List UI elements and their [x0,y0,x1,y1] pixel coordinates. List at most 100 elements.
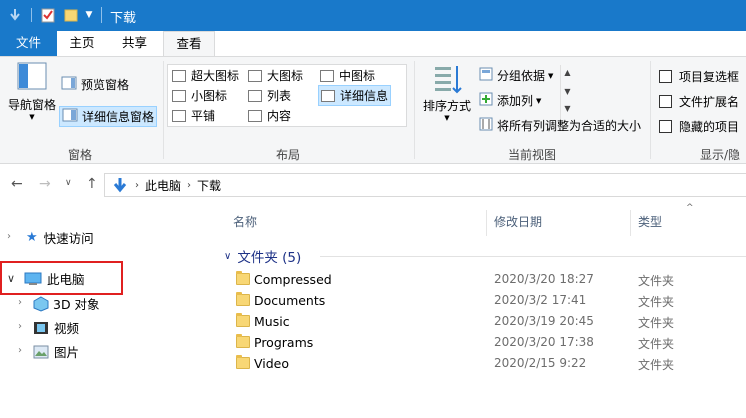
tree-item-label: 快速访问 [43,231,94,246]
recent-locations-icon[interactable]: ∨ [65,178,72,188]
file-type: 文件夹 [638,295,675,309]
ribbon-tabs: 文件 主页 共享 查看 [0,31,746,57]
column-header-name[interactable]: 名称 [233,213,257,230]
layout-list[interactable]: 列表 [248,87,291,104]
layout-tiles[interactable]: 平铺 [172,107,215,124]
tree-item-quick-access[interactable]: ★ 快速访问 [26,228,94,247]
breadcrumb-chevron-icon[interactable]: › [187,180,191,191]
qa-new-folder-icon[interactable] [63,6,79,24]
layout-details[interactable]: 详细信息 [318,85,392,106]
file-name: Music [254,314,290,329]
layout-label: 详细信息 [340,89,389,103]
sort-indicator-icon: ^ [686,203,694,213]
group-header-folders[interactable]: ∨ 文件夹 (5) [224,246,301,266]
ribbon: 导航窗格 ▼ 预览窗格 详细信息窗格 窗格 超大图标 大图标 中图标 小图标 列… [0,56,746,179]
layout-content[interactable]: 内容 [248,107,291,124]
expand-chevron-icon[interactable]: › [18,297,22,308]
file-row[interactable]: Compressed 2020/3/20 18:27 文件夹 [216,269,746,290]
layout-label: 列表 [267,89,292,103]
up-arrow-icon[interactable]: ↑ [86,176,98,192]
current-view-group-label: 当前视图 [508,148,557,162]
expand-chevron-icon[interactable]: › [7,231,11,242]
expand-chevron-icon[interactable]: › [18,321,22,332]
tree-item-3d-objects[interactable]: 3D 对象 [33,294,100,313]
content-icon [248,109,262,122]
file-date: 2020/3/20 17:38 [494,335,594,349]
forward-arrow-icon[interactable]: → [39,176,51,192]
tab-file[interactable]: 文件 [0,31,57,56]
gallery-more-icon[interactable]: ▼ [561,104,574,113]
file-name: Video [254,356,290,371]
preview-pane-button[interactable]: 预览窗格 [61,76,129,93]
hidden-items-toggle[interactable]: 隐藏的项目 [659,118,739,135]
file-extensions-toggle[interactable]: 文件扩展名 [659,93,739,110]
file-extensions-label: 文件扩展名 [679,95,740,109]
tab-home[interactable]: 主页 [57,31,107,56]
tree-item-videos[interactable]: 视频 [33,318,79,337]
layout-label: 大图标 [267,69,304,83]
sort-by-icon [435,66,462,94]
annotation-highlight-box [0,261,123,295]
nav-pane-dropdown-icon: ▼ [29,113,35,121]
layout-label: 中图标 [339,69,376,83]
layout-large-icons[interactable]: 大图标 [248,67,303,84]
file-row[interactable]: Programs 2020/3/20 17:38 文件夹 [216,332,746,353]
add-columns-button[interactable]: 添加列 ▼ [479,92,541,109]
details-pane-icon [62,108,78,125]
fit-columns-button[interactable]: 将所有列调整为合适的大小 [479,117,641,134]
layout-medium-icons[interactable]: 中图标 [320,67,375,84]
folder-icon [236,313,250,327]
qa-properties-icon[interactable] [40,6,56,24]
group-title: 文件夹 (5) [237,250,302,266]
tab-view[interactable]: 查看 [163,31,215,57]
tiles-icon [172,109,186,122]
layout-extra-large-icons[interactable]: 超大图标 [172,67,239,84]
column-header-type[interactable]: 类型 [638,213,662,230]
file-date: 2020/2/15 9:22 [494,356,587,370]
tree-item-label: 3D 对象 [53,297,100,312]
layout-small-icons[interactable]: 小图标 [172,87,227,104]
column-divider[interactable] [630,210,631,236]
add-columns-dropdown-icon: ▼ [536,96,542,105]
details-pane-button[interactable]: 详细信息窗格 [59,106,158,127]
folder-icon [236,271,250,285]
group-collapse-chevron-icon[interactable]: ∨ [224,251,231,262]
file-type: 文件夹 [638,274,675,288]
sort-by-button[interactable]: 排序方式 ▼ [421,63,473,122]
tree-item-label: 视频 [54,321,80,336]
file-extensions-checkbox[interactable] [659,95,672,108]
expand-chevron-icon[interactable]: › [18,345,22,356]
file-list: ^ 名称 修改日期 类型 ∨ 文件夹 (5) Compressed 2020/3… [216,203,746,418]
fit-columns-icon [479,117,493,134]
scroll-down-icon[interactable]: ▼ [561,87,574,96]
back-arrow-icon[interactable]: ← [11,176,23,192]
column-divider[interactable] [486,210,487,236]
tree-item-pictures[interactable]: 图片 [33,342,79,361]
qa-customize-icon[interactable]: ▼ [84,6,94,24]
breadcrumb-chevron-icon[interactable]: › [135,180,139,191]
properties-icon[interactable] [8,6,22,24]
column-header-date[interactable]: 修改日期 [494,213,542,230]
item-checkboxes-toggle[interactable]: 项目复选框 [659,68,739,85]
file-row[interactable]: Documents 2020/3/2 17:41 文件夹 [216,290,746,311]
tab-share[interactable]: 共享 [107,31,162,56]
item-checkboxes-checkbox[interactable] [659,70,672,83]
file-row[interactable]: Video 2020/2/15 9:22 文件夹 [216,353,746,374]
title-divider [101,7,102,23]
group-by-button[interactable]: 分组依据 ▼ [479,67,553,84]
breadcrumb-this-pc[interactable]: 此电脑 [145,177,181,194]
large-icons-icon [248,69,262,82]
details-pane-label: 详细信息窗格 [82,110,155,124]
nav-pane-button[interactable]: 导航窗格 ▼ [8,61,56,121]
add-columns-icon [479,92,493,109]
nav-pane-label: 导航窗格 [8,98,57,112]
group-by-dropdown-icon: ▼ [548,71,554,80]
file-date: 2020/3/19 20:45 [494,314,594,328]
file-row[interactable]: Music 2020/3/19 20:45 文件夹 [216,311,746,332]
address-bar[interactable]: › 此电脑 › 下载 [104,173,746,197]
scroll-up-icon[interactable]: ▲ [561,68,574,77]
preview-pane-label: 预览窗格 [81,78,130,92]
fit-columns-label: 将所有列调整为合适的大小 [497,119,642,133]
breadcrumb-downloads[interactable]: 下载 [197,177,221,194]
hidden-items-checkbox[interactable] [659,120,672,133]
